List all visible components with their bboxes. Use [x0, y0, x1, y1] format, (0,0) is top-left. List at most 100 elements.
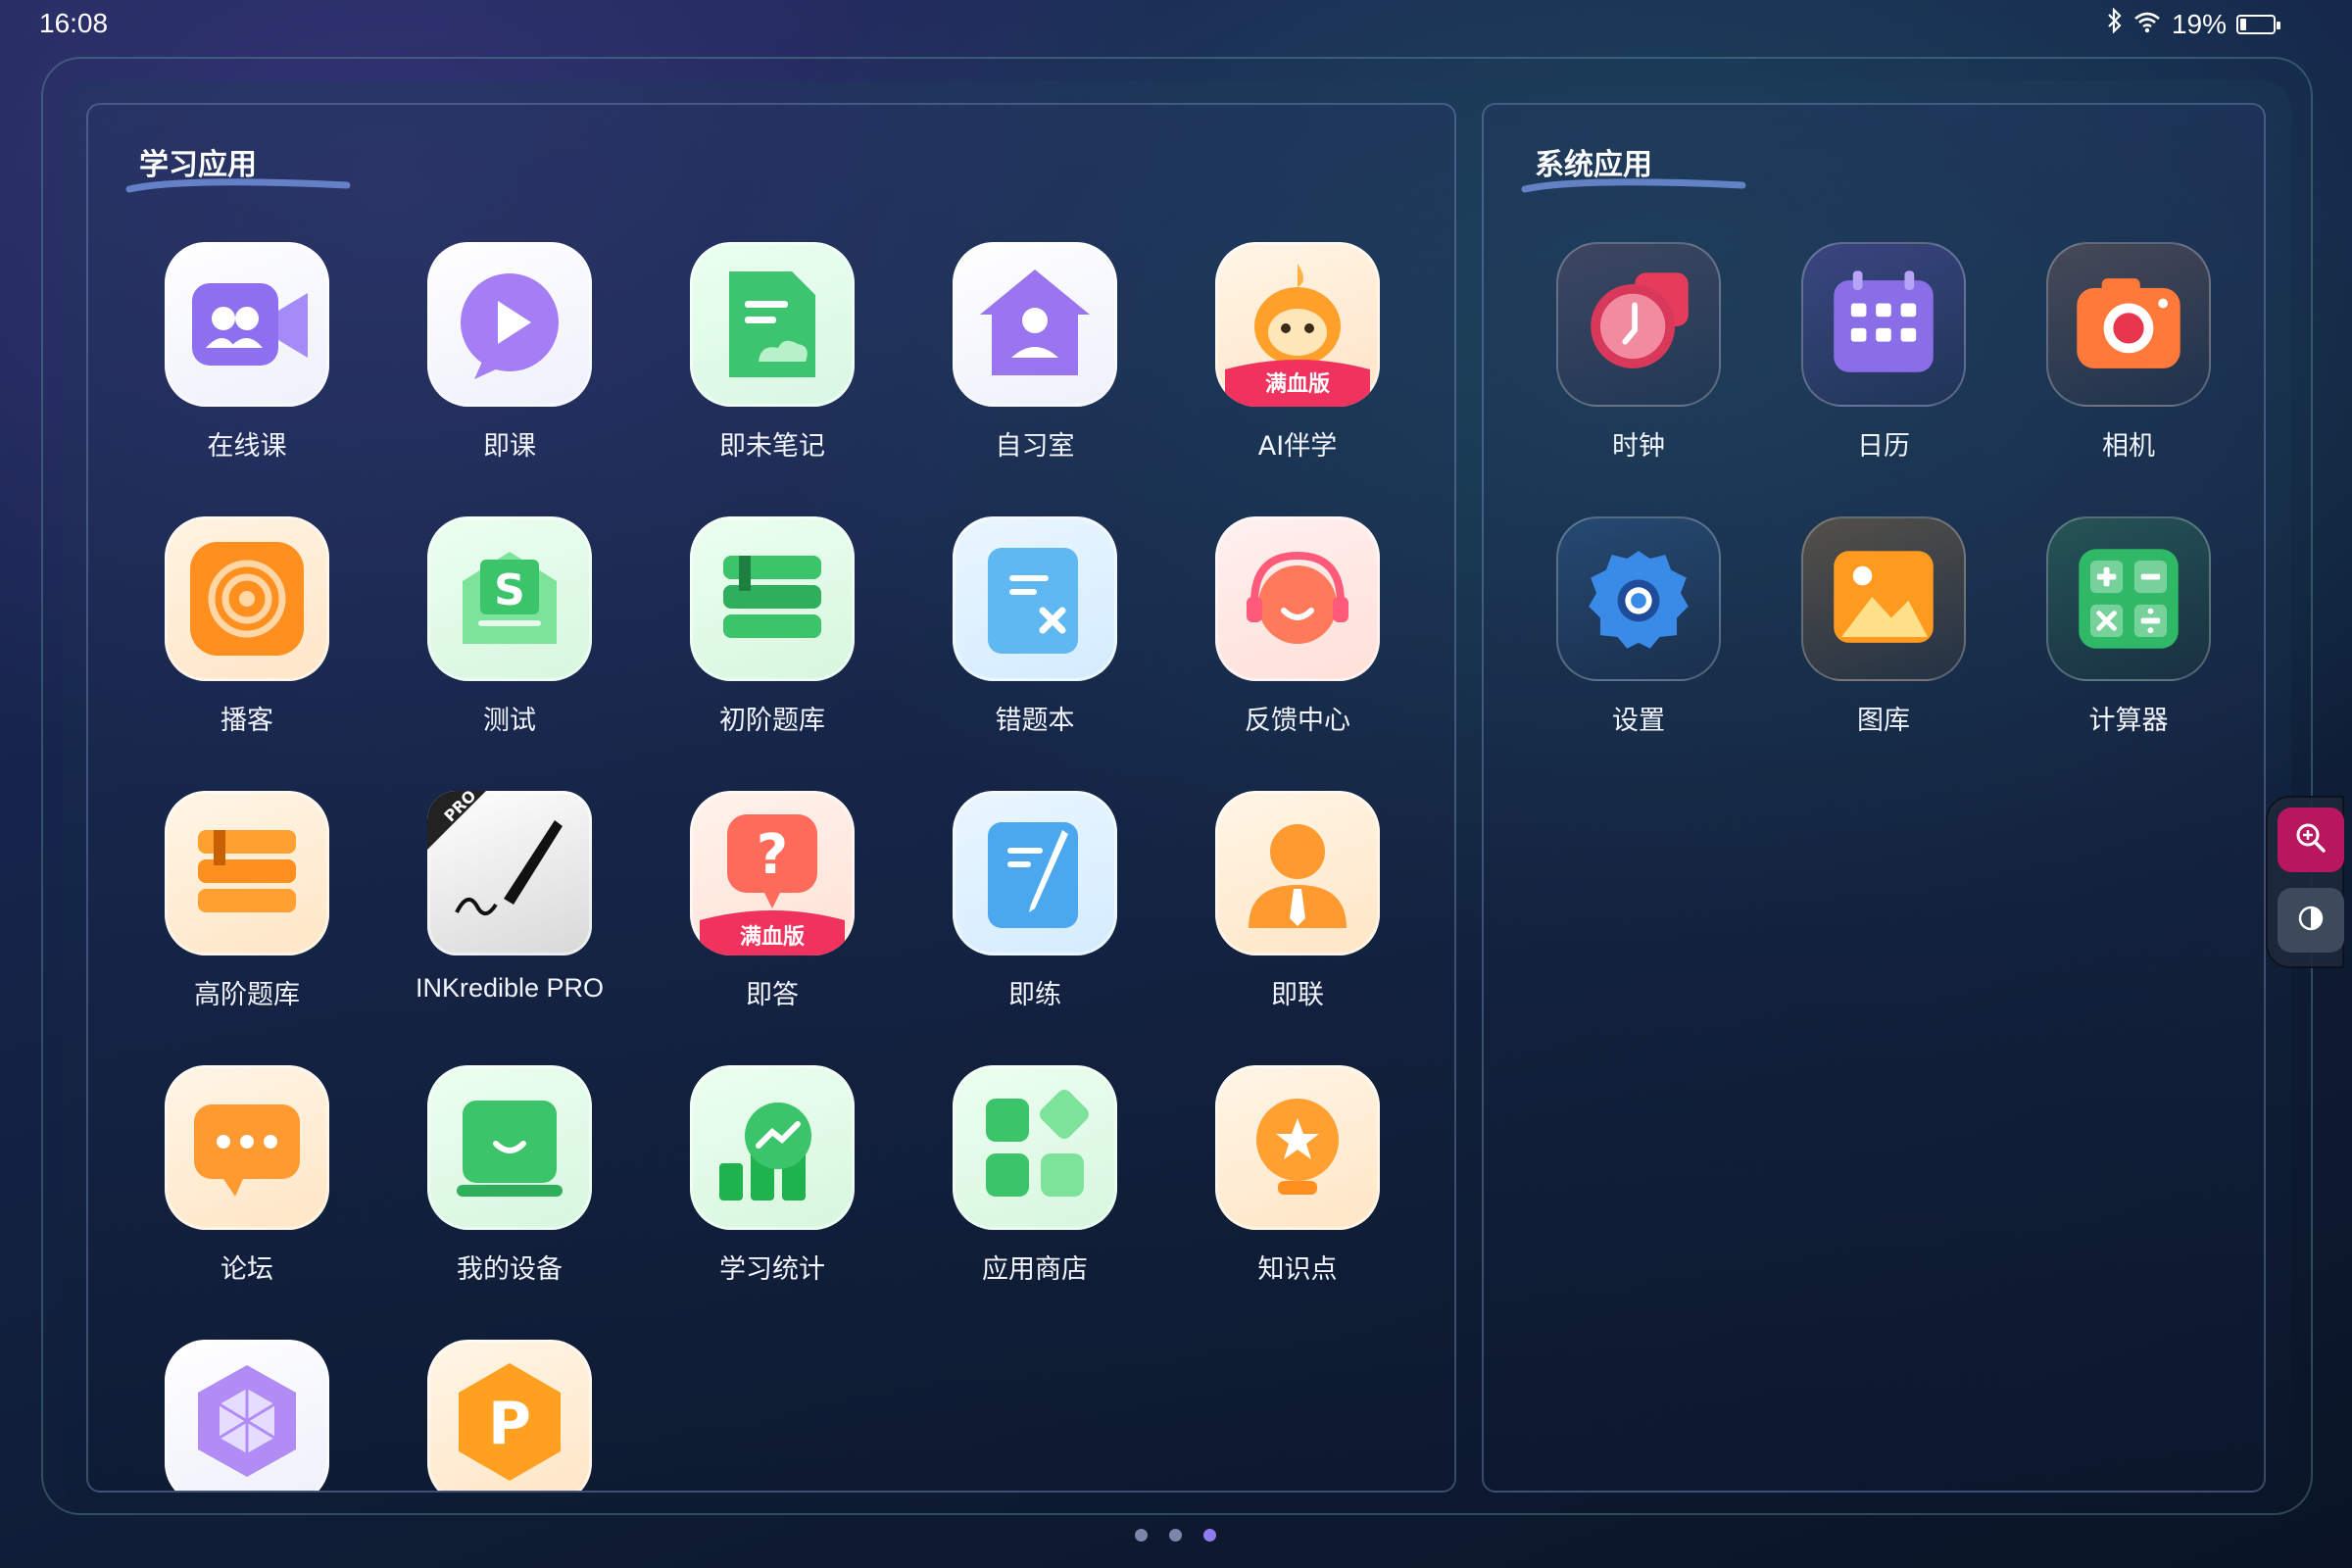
app-podcast[interactable]: 播客 [129, 516, 365, 761]
calculator-icon [2046, 516, 2211, 681]
app-test[interactable]: S 测试 [392, 516, 627, 761]
jida-badge-text: 满血版 [740, 924, 805, 950]
app-forum[interactable]: 论坛 [129, 1065, 365, 1310]
app-label: 学习统计 [719, 1254, 825, 1285]
books-orange-icon [165, 791, 329, 956]
gallery-icon [1801, 516, 1966, 681]
svg-text:?: ? [757, 823, 788, 887]
app-label: 自习室 [995, 431, 1075, 462]
page-dot-2[interactable] [1169, 1529, 1182, 1542]
app-jilian-connect[interactable]: 即联 [1180, 791, 1415, 1036]
battery-icon [2236, 14, 2280, 34]
podcast-icon [165, 516, 329, 681]
app-settings[interactable]: 设置 [1521, 516, 1756, 761]
ai-mascot-icon: 满血版 [1215, 242, 1380, 407]
app-label: 高阶题库 [194, 980, 300, 1010]
ai-badge-text: 满血版 [1265, 371, 1330, 397]
status-bar: 16:08 19% [0, 0, 2352, 49]
app-label: 反馈中心 [1245, 706, 1350, 736]
hexagon-cube-icon [165, 1340, 329, 1491]
contrast-icon [2296, 904, 2326, 937]
device-icon [427, 1065, 592, 1230]
app-study-room[interactable]: 自习室 [917, 242, 1152, 487]
p-glyph: P [488, 1390, 531, 1458]
app-jilian-practice[interactable]: 即练 [917, 791, 1152, 1036]
test-icon: S [427, 516, 592, 681]
app-calendar[interactable]: 日历 [1766, 242, 2001, 487]
app-label: 测试 [483, 706, 536, 736]
bluetooth-icon [2107, 7, 2123, 40]
title-swoosh-decoration [1521, 178, 1746, 193]
app-label: INKredible PRO [415, 973, 605, 1003]
clock-icon [1556, 242, 1721, 407]
zoom-in-icon [2294, 821, 2328, 858]
tutor-icon [1215, 791, 1380, 956]
app-basic-question-bank[interactable]: 初阶题库 [655, 516, 890, 761]
app-clock[interactable]: 时钟 [1521, 242, 1756, 487]
play-bubble-icon [427, 242, 592, 407]
app-label: 即练 [1008, 980, 1061, 1010]
app-online-class[interactable]: 在线课 [129, 242, 365, 487]
page-dot-1[interactable] [1135, 1529, 1148, 1542]
contrast-button[interactable] [2278, 888, 2344, 953]
zoom-in-button[interactable] [2278, 808, 2344, 872]
pen-icon: PRO [427, 791, 592, 956]
settings-gear-icon [1556, 516, 1721, 681]
forum-icon [165, 1065, 329, 1230]
app-jida[interactable]: ? 满血版 即答 [655, 791, 890, 1036]
question-icon: ? 满血版 [690, 791, 855, 956]
app-label: 在线课 [207, 431, 287, 462]
app-label: 设置 [1612, 706, 1665, 736]
status-time: 16:08 [39, 8, 109, 38]
app-study-stats[interactable]: 学习统计 [655, 1065, 890, 1310]
app-label: 初阶题库 [719, 706, 825, 736]
app-label: 即课 [483, 431, 536, 462]
app-advanced-question-bank[interactable]: 高阶题库 [129, 791, 365, 1036]
page-indicator [1135, 1529, 1216, 1542]
study-room-icon [953, 242, 1117, 407]
app-store-icon [953, 1065, 1117, 1230]
page-dot-3[interactable] [1203, 1529, 1216, 1542]
battery-percent: 19% [2171, 8, 2227, 39]
status-indicators: 19% [2107, 7, 2280, 40]
app-label: 时钟 [1612, 431, 1665, 462]
calendar-icon [1801, 242, 1966, 407]
app-label: 日历 [1857, 431, 1910, 462]
app-p[interactable]: P [392, 1340, 627, 1491]
system-apps-panel: 系统应用 时钟 日历 相机 设置 图库 计算器 [1482, 103, 2266, 1493]
app-calculator[interactable]: 计算器 [2011, 516, 2246, 761]
app-mistake-notebook[interactable]: 错题本 [917, 516, 1152, 761]
headset-icon [1215, 516, 1380, 681]
app-label: 错题本 [995, 706, 1075, 736]
practice-icon [953, 791, 1117, 956]
app-jike[interactable]: 即课 [392, 242, 627, 487]
p-app-icon: P [427, 1340, 592, 1491]
video-class-icon [165, 242, 329, 407]
app-feedback-center[interactable]: 反馈中心 [1180, 516, 1415, 761]
app-label: 即联 [1271, 980, 1324, 1010]
books-green-icon [690, 516, 855, 681]
title-swoosh-decoration [125, 178, 351, 193]
app-label: 相机 [2102, 431, 2155, 462]
app-inkredible-pro[interactable]: PRO INKredible PRO [392, 791, 627, 1036]
app-label: 应用商店 [982, 1254, 1088, 1285]
mistake-notebook-icon [953, 516, 1117, 681]
app-label: AI伴学 [1257, 431, 1338, 462]
learning-apps-panel: 学习应用 在线课 即课 即未笔记 自习室 满血版 AI伴学 播客 S 测试 初阶… [86, 103, 1456, 1493]
knowledge-icon [1215, 1065, 1380, 1230]
app-hexagon-cube[interactable] [129, 1340, 365, 1491]
wifi-icon [2132, 9, 2162, 40]
app-ai-companion[interactable]: 满血版 AI伴学 [1180, 242, 1415, 487]
app-knowledge-points[interactable]: 知识点 [1180, 1065, 1415, 1310]
app-notes[interactable]: 即未笔记 [655, 242, 890, 487]
app-label: 即答 [746, 980, 799, 1010]
app-label: 播客 [220, 706, 273, 736]
floating-side-toolbar [2266, 796, 2344, 968]
app-label: 论坛 [220, 1254, 273, 1285]
camera-icon [2046, 242, 2211, 407]
app-my-device[interactable]: 我的设备 [392, 1065, 627, 1310]
app-camera[interactable]: 相机 [2011, 242, 2246, 487]
app-app-store[interactable]: 应用商店 [917, 1065, 1152, 1310]
svg-text:S: S [494, 565, 525, 615]
app-gallery[interactable]: 图库 [1766, 516, 2001, 761]
